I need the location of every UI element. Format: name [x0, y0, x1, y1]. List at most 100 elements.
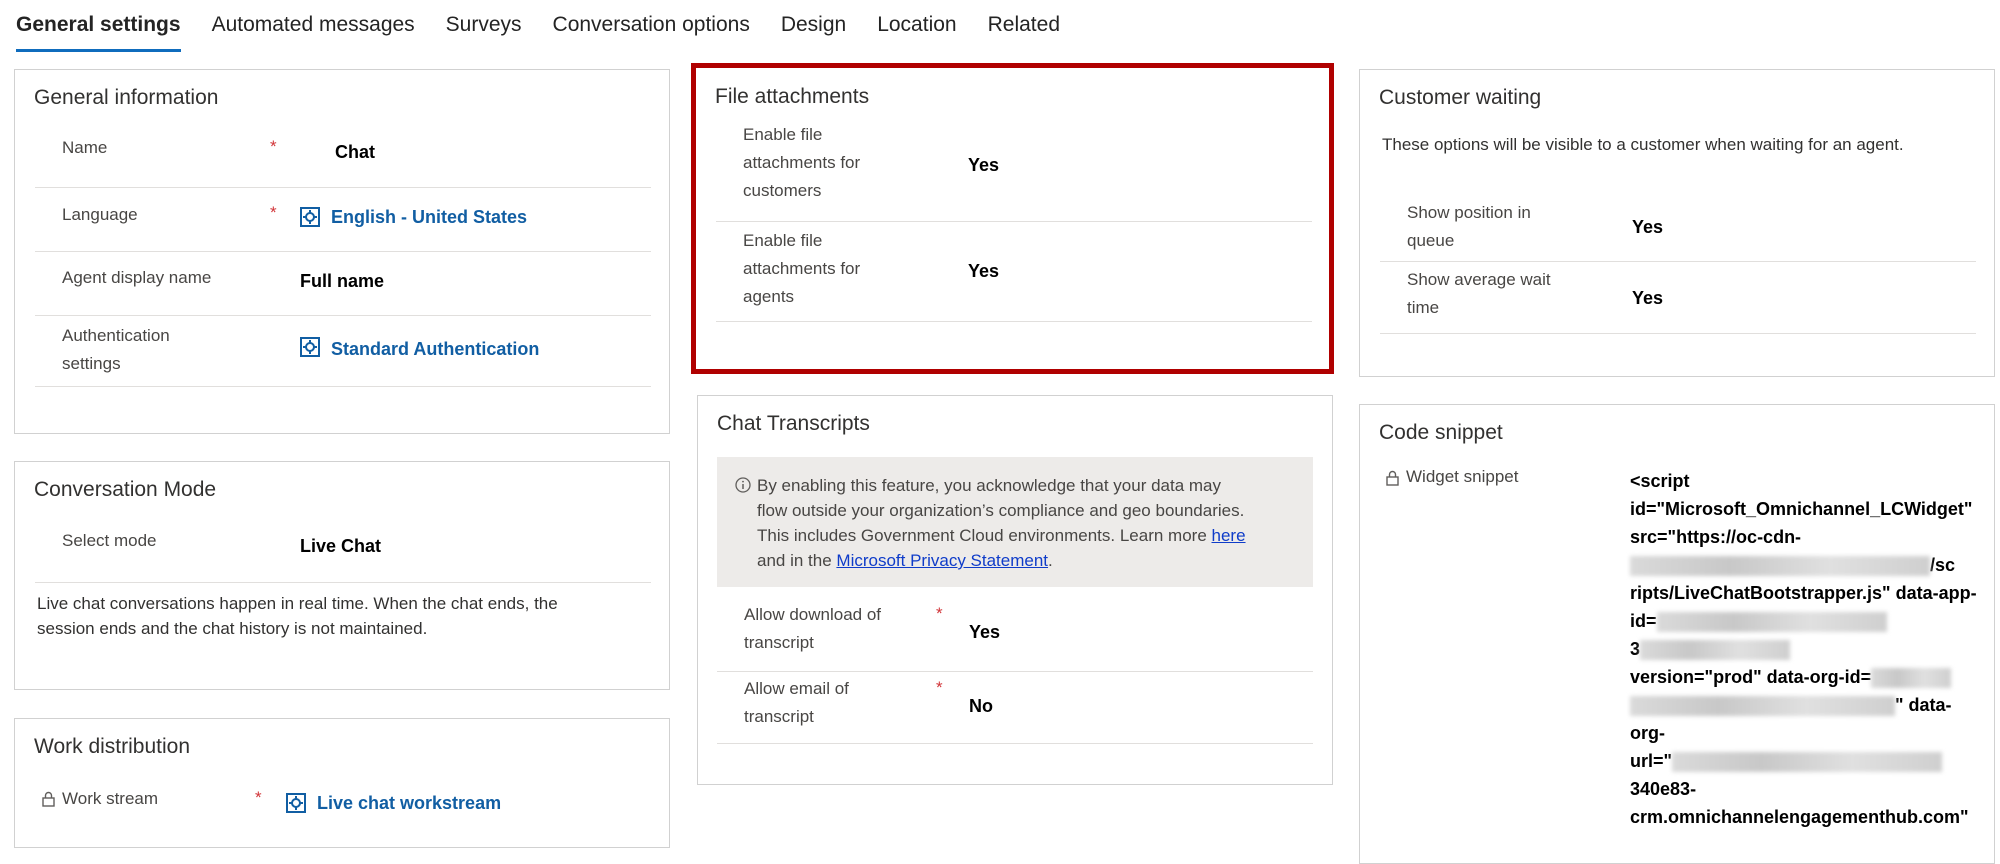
customer-waiting-section: Customer waiting These options will be v… [1359, 69, 1995, 377]
section-title: Code snippet [1379, 421, 1503, 444]
highlight-box [691, 63, 1334, 374]
code-line: id="Microsoft_Omnichannel_LCWidget" [1630, 499, 1973, 519]
authentication-settings-link[interactable]: Standard Authentication [331, 339, 539, 360]
tab-related[interactable]: Related [988, 10, 1060, 54]
widget-snippet-code[interactable]: <script id="Microsoft_Omnichannel_LCWidg… [1630, 467, 1980, 831]
label-line: transcript [744, 707, 814, 726]
work-stream-link[interactable]: Live chat workstream [317, 793, 501, 814]
select-mode-label: Select mode [62, 531, 157, 550]
lookup-entity-icon [300, 337, 320, 357]
redacted-region [1630, 696, 1895, 717]
code-text: version="prod" data-org-id= [1630, 667, 1872, 687]
info-icon [735, 477, 751, 493]
tab-bar: General settings Automated messages Surv… [16, 10, 1091, 54]
lock-icon [1386, 470, 1399, 486]
allow-email-toggle[interactable]: No [969, 696, 993, 717]
authentication-settings-label: Authentication settings [62, 322, 170, 378]
section-title: Chat Transcripts [717, 412, 870, 435]
data-boundary-notice: By enabling this feature, you acknowledg… [717, 457, 1313, 587]
code-line: 3 [1630, 635, 1980, 663]
redacted-region [1640, 640, 1791, 661]
show-position-label: Show position in queue [1407, 199, 1531, 255]
required-mark: * [936, 678, 943, 697]
code-text: url=" [1630, 751, 1673, 771]
tab-surveys[interactable]: Surveys [446, 10, 522, 54]
label-line: time [1407, 298, 1440, 317]
code-text: " data- [1895, 695, 1952, 715]
redacted-region [1630, 556, 1930, 577]
lock-icon [42, 791, 55, 807]
allow-email-row: Allow email of transcript * No [717, 671, 1313, 744]
agent-display-name-row: Agent display name Full name [35, 251, 651, 316]
redacted-region [1656, 612, 1887, 633]
agent-display-name-label: Agent display name [62, 268, 212, 287]
notice-period: . [1048, 551, 1053, 570]
required-mark: * [936, 604, 943, 623]
notice-line-text: This includes Government Cloud environme… [757, 526, 1212, 545]
show-wait-time-row: Show average wait time Yes [1380, 261, 1976, 334]
language-row: Language * English - United States [35, 187, 651, 252]
section-title: Customer waiting [1379, 86, 1542, 109]
notice-line: This includes Government Cloud environme… [757, 523, 1307, 548]
tab-conversation-options[interactable]: Conversation options [553, 10, 750, 54]
label-line: Show position in [1407, 203, 1531, 222]
widget-snippet-label: Widget snippet [1406, 467, 1519, 486]
label-line: Allow download of [744, 605, 882, 624]
required-mark: * [270, 203, 277, 222]
section-title: Conversation Mode [34, 478, 217, 501]
code-line: org- [1630, 723, 1665, 743]
tab-general-settings[interactable]: General settings [16, 10, 181, 54]
code-snippet-section: Code snippet Widget snippet <script id="… [1359, 404, 1995, 864]
code-line: url=" [1630, 747, 1980, 775]
code-line: src="https://oc-cdn- [1630, 527, 1802, 547]
tab-location[interactable]: Location [877, 10, 956, 54]
show-wait-time-toggle[interactable]: Yes [1632, 288, 1663, 309]
code-line: ripts/LiveChatBootstrapper.js" data-app- [1630, 583, 1977, 603]
allow-email-label: Allow email of transcript [744, 675, 849, 731]
notice-line: flow outside your organization’s complia… [757, 501, 1245, 520]
allow-download-label: Allow download of transcript [744, 601, 881, 657]
language-lookup-link[interactable]: English - United States [331, 207, 527, 228]
label-line: Show average wait [1407, 270, 1551, 289]
allow-download-toggle[interactable]: Yes [969, 622, 1000, 643]
allow-download-row: Allow download of transcript * Yes [717, 601, 1313, 672]
redacted-region [1871, 668, 1952, 689]
code-line: <script [1630, 471, 1690, 491]
work-distribution-section: Work distribution Work stream * Live cha… [14, 718, 670, 848]
tab-automated-messages[interactable]: Automated messages [212, 10, 415, 54]
conversation-mode-section: Conversation Mode Select mode Live Chat … [14, 461, 670, 690]
required-mark: * [270, 137, 277, 156]
code-text: /sc [1930, 555, 1956, 575]
language-label: Language [62, 205, 138, 224]
label-line: queue [1407, 231, 1455, 250]
customer-waiting-description: These options will be visible to a custo… [1382, 135, 1904, 154]
code-line: /sc [1630, 551, 1980, 579]
privacy-statement-link[interactable]: Microsoft Privacy Statement [836, 551, 1048, 570]
notice-line-text: and in the [757, 551, 837, 570]
code-text: 3 [1630, 639, 1641, 659]
select-mode-field[interactable]: Live Chat [300, 536, 381, 557]
show-wait-time-label: Show average wait time [1407, 266, 1551, 322]
code-line: " data- [1630, 691, 1980, 719]
lookup-entity-icon [300, 207, 320, 227]
work-stream-label: Work stream [62, 789, 159, 808]
name-row: Name * Chat [35, 122, 651, 188]
redacted-region [1672, 752, 1943, 773]
agent-display-name-field[interactable]: Full name [300, 271, 384, 292]
label-line: settings [62, 354, 121, 373]
code-line: 340e83- [1630, 779, 1697, 799]
lookup-entity-icon [286, 793, 306, 813]
code-text: id= [1630, 611, 1657, 631]
label-line: Authentication [62, 326, 170, 345]
notice-text: By enabling this feature, you acknowledg… [757, 473, 1307, 573]
name-field[interactable]: Chat [335, 142, 375, 163]
learn-more-link[interactable]: here [1212, 526, 1246, 545]
tab-design[interactable]: Design [781, 10, 846, 54]
label-line: transcript [744, 633, 814, 652]
show-position-toggle[interactable]: Yes [1632, 217, 1663, 238]
show-position-row: Show position in queue Yes [1380, 195, 1976, 262]
general-information-section: General information Name * Chat Language… [14, 69, 670, 434]
select-mode-row: Select mode Live Chat [35, 512, 651, 583]
section-title: Work distribution [34, 735, 191, 758]
description-line: session ends and the chat history is not… [37, 619, 428, 638]
